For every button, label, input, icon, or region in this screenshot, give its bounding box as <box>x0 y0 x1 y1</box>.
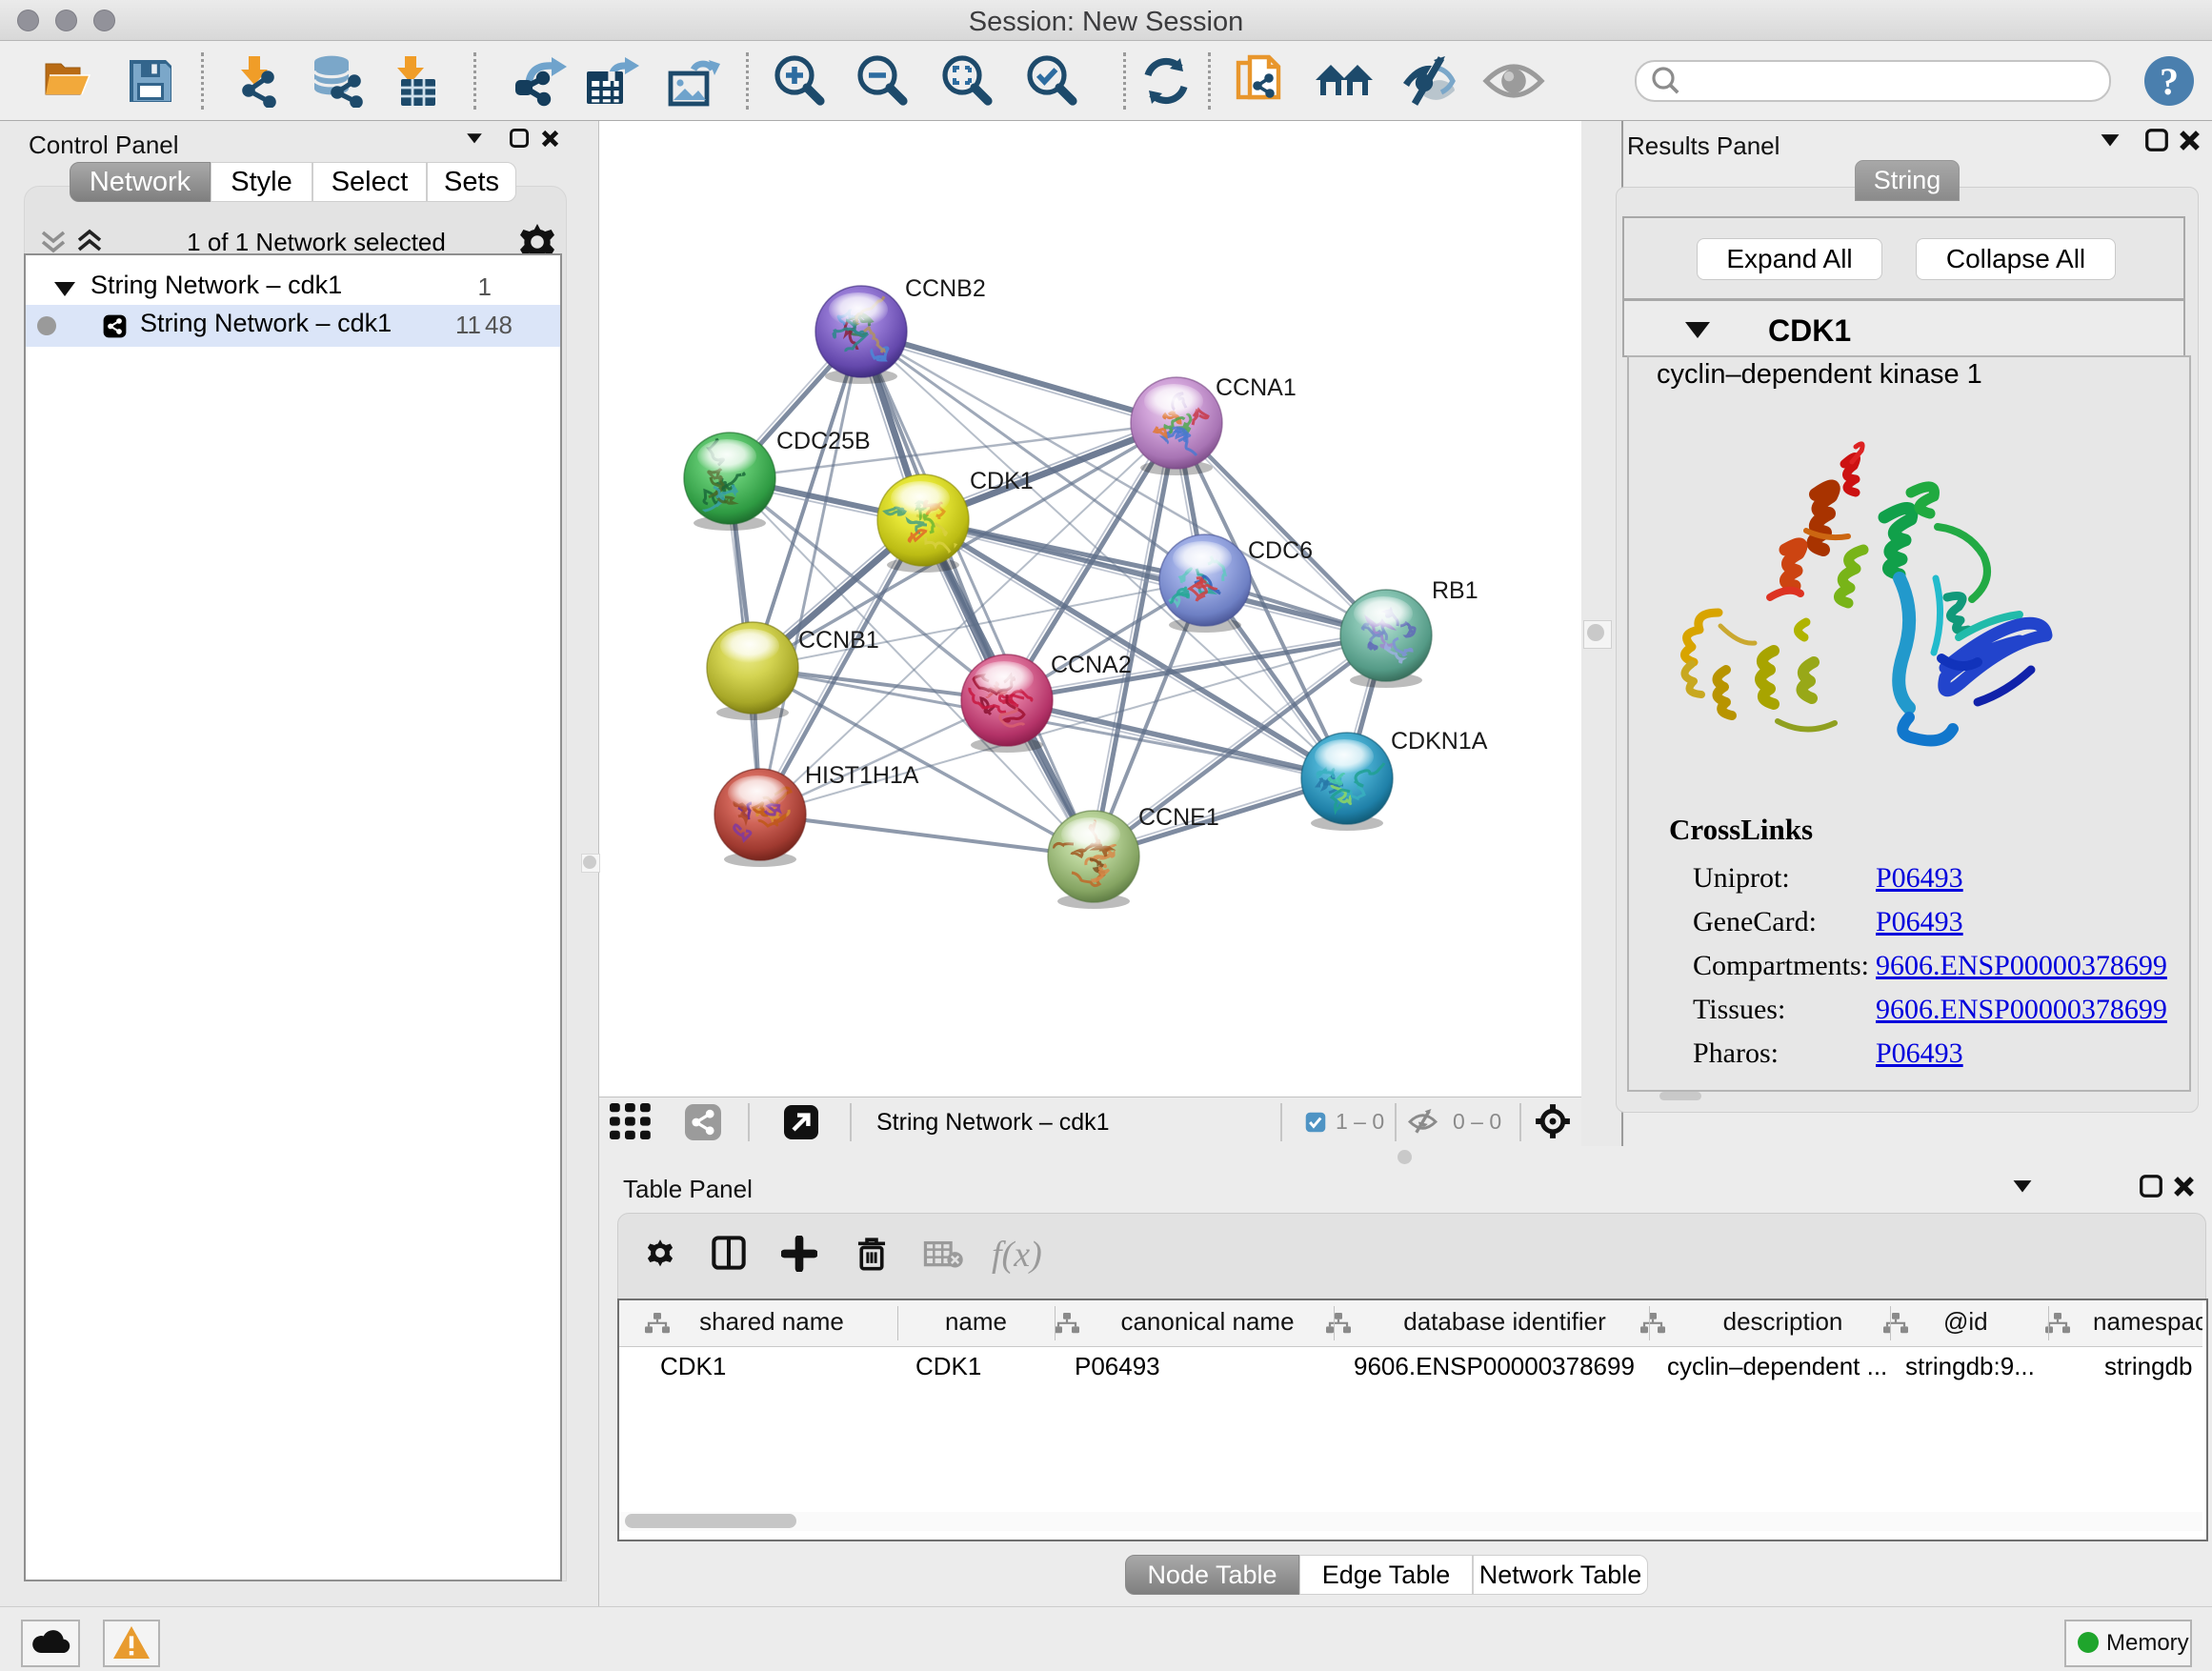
svg-text:CDC25B: CDC25B <box>776 428 871 454</box>
svg-text:?: ? <box>2160 60 2179 103</box>
svg-text:CDC6: CDC6 <box>1248 537 1313 564</box>
svg-text:RB1: RB1 <box>1432 577 1478 604</box>
svg-text:CCNA1: CCNA1 <box>1216 374 1297 401</box>
svg-text:CCNE1: CCNE1 <box>1138 804 1219 831</box>
svg-text:CCNA2: CCNA2 <box>1051 652 1132 678</box>
svg-text:CCNB1: CCNB1 <box>798 627 879 654</box>
svg-text:CCNB2: CCNB2 <box>905 275 986 302</box>
svg-text:CDKN1A: CDKN1A <box>1391 728 1488 755</box>
svg-text:CDK1: CDK1 <box>970 468 1034 494</box>
svg-text:HIST1H1A: HIST1H1A <box>805 762 919 789</box>
